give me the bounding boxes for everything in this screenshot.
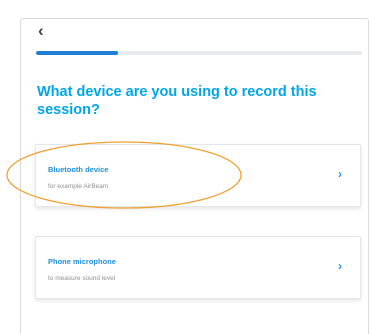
progress-bar [36,51,362,55]
chevron-left-icon: ‹ [38,21,44,40]
back-button[interactable]: ‹ [38,22,44,39]
chevron-right-icon: › [338,259,342,273]
phone-microphone-option[interactable]: Phone microphone to measure sound level … [35,236,361,299]
progress-bar-fill [36,51,118,55]
bluetooth-device-option[interactable]: Bluetooth device for example AirBeam › [35,144,361,207]
option-title: Bluetooth device [48,165,109,174]
option-subtitle: for example AirBeam [48,183,109,190]
chevron-right-icon: › [338,167,342,181]
page-title: What device are you using to record this… [37,84,317,118]
option-title: Phone microphone [48,257,116,266]
option-subtitle: to measure sound level [48,275,116,282]
